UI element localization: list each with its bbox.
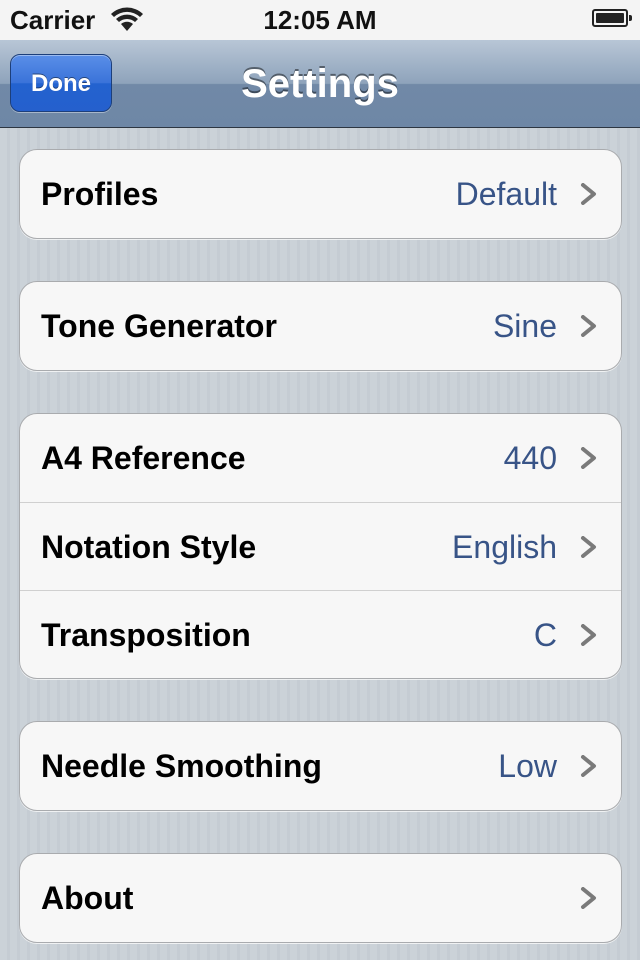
row-value: Low [498,748,557,784]
row-value: C [533,617,557,653]
settings-row-about[interactable]: About [20,854,621,942]
settings-group-needle: Needle Smoothing Low [19,721,622,811]
settings-row-transposition[interactable]: Transposition C [20,590,621,678]
chevron-right-icon [581,183,596,205]
row-label: Tone Generator [41,308,277,344]
row-value: English [452,529,557,565]
row-label: A4 Reference [41,440,246,476]
row-label: Notation Style [41,529,257,565]
settings-group-profiles: Profiles Default [19,149,622,239]
settings-group-tone: Tone Generator Sine [19,281,622,371]
settings-row-needle-smoothing[interactable]: Needle Smoothing Low [20,722,621,810]
row-label: About [41,880,134,916]
chevron-right-icon [581,624,596,646]
chevron-right-icon [581,315,596,337]
row-value: Sine [492,308,557,344]
row-label: Profiles [41,176,159,212]
row-label: Needle Smoothing [41,748,322,784]
battery-icon [592,9,632,27]
navigation-bar: Settings Done [0,40,640,128]
settings-row-notation-style[interactable]: Notation Style English [20,502,621,590]
chevron-right-icon [581,887,596,909]
settings-group-tuning: A4 Reference 440 Notation Style English … [19,413,622,679]
settings-group-about: About [19,853,622,943]
done-button[interactable]: Done [10,54,112,112]
row-value: 440 [503,440,557,476]
row-value: Default [455,176,557,212]
status-bar: Carrier 12:05 AM [0,0,640,40]
settings-row-profiles[interactable]: Profiles Default [20,150,621,238]
chevron-right-icon [581,536,596,558]
chevron-right-icon [581,447,596,469]
settings-row-tone-generator[interactable]: Tone Generator Sine [20,282,621,370]
status-time: 12:05 AM [263,5,377,35]
settings-content: Profiles Default Tone Generator Sine A4 … [0,128,640,960]
row-label: Transposition [41,617,251,653]
settings-row-a4-reference[interactable]: A4 Reference 440 [20,414,621,502]
chevron-right-icon [581,755,596,777]
